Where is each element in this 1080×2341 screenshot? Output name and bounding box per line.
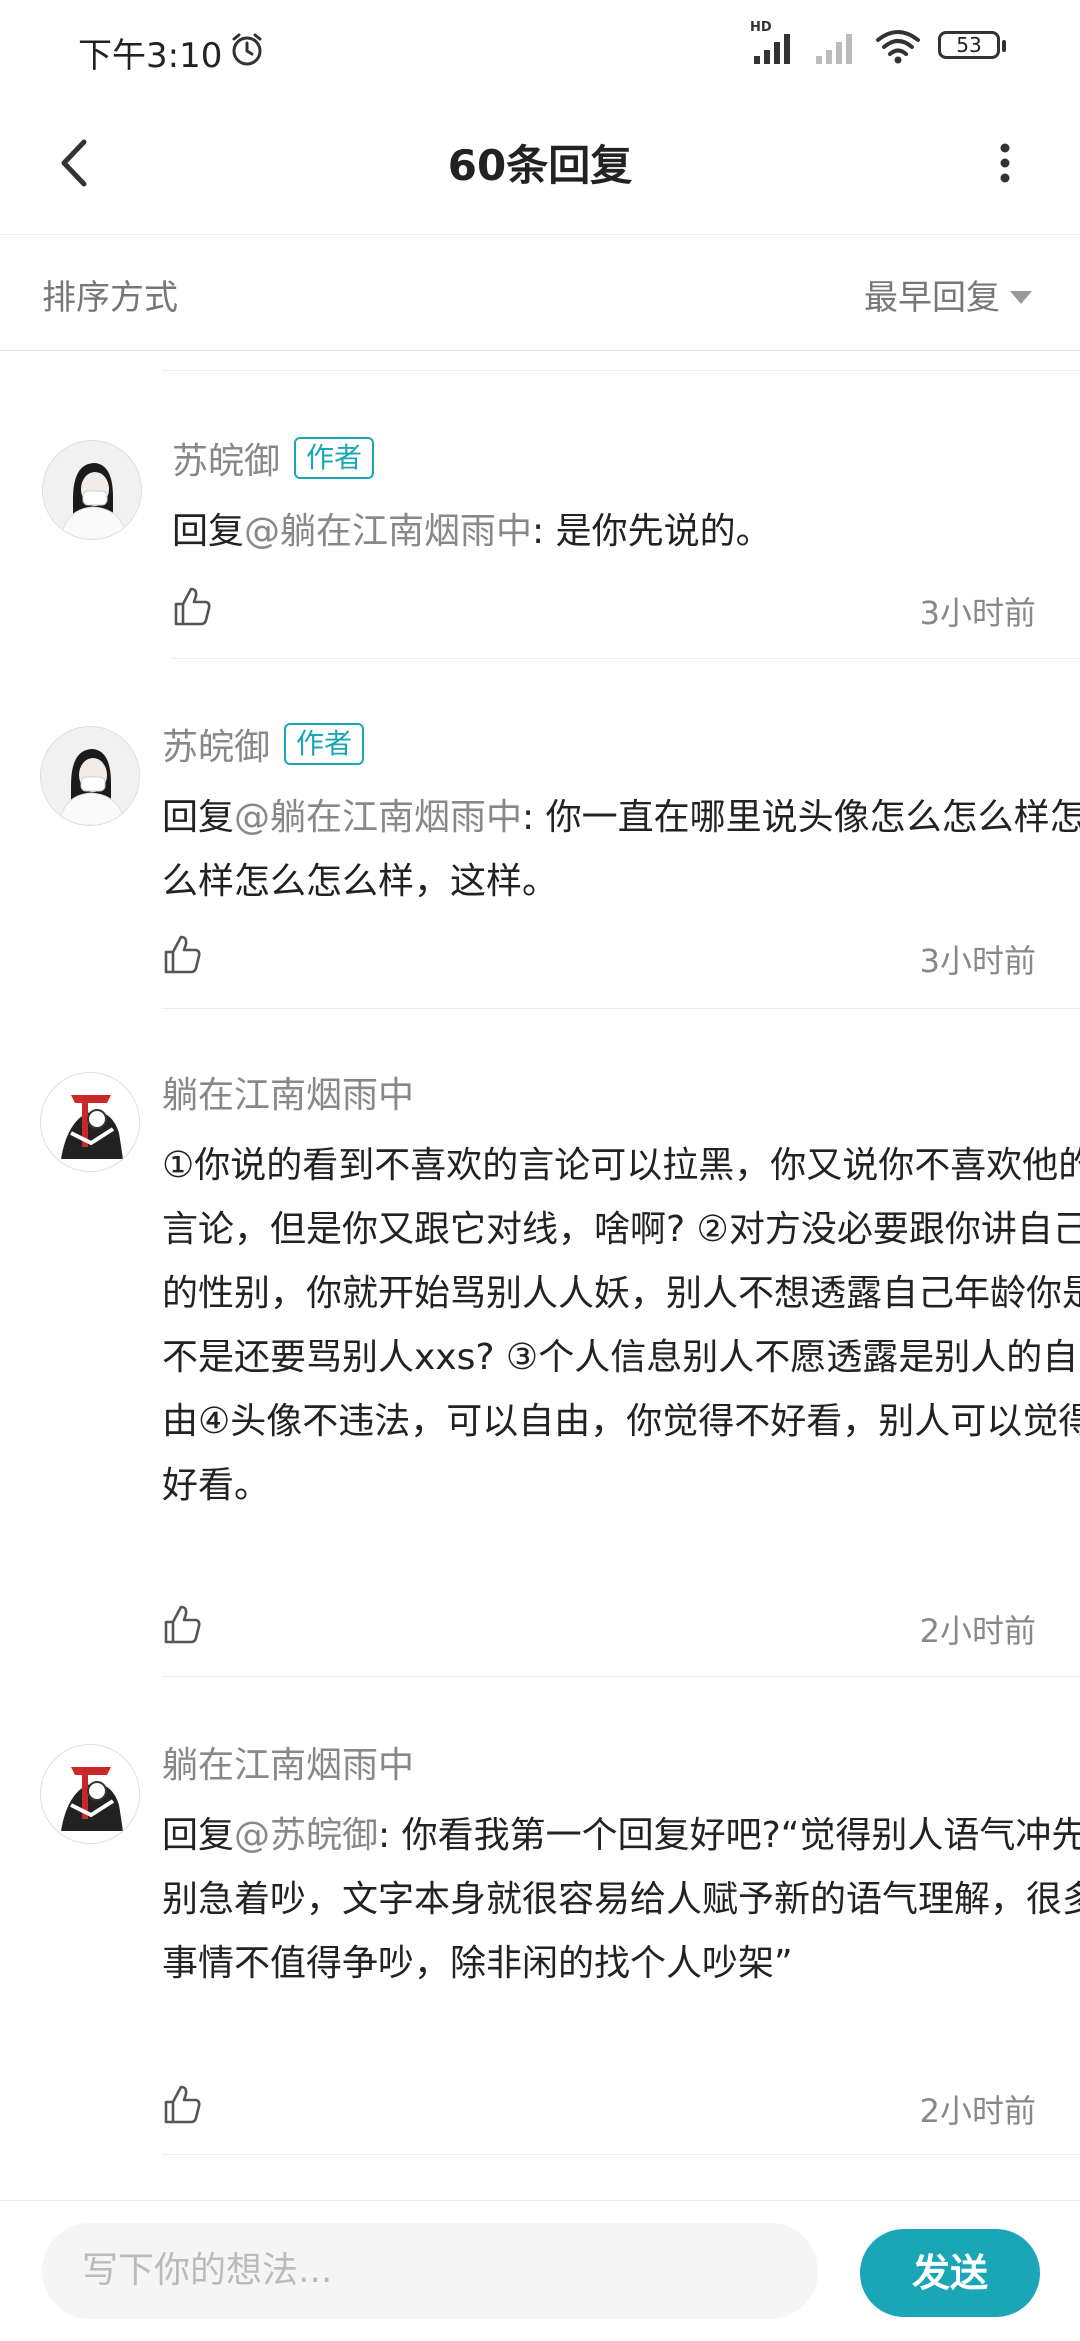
top-bar: 60条回复 bbox=[0, 98, 1080, 235]
dropdown-triangle-icon bbox=[1010, 291, 1032, 304]
mention-link[interactable]: @躺在江南烟雨中 bbox=[234, 797, 522, 838]
page-title: 60条回复 bbox=[447, 141, 633, 190]
divider bbox=[162, 1676, 1080, 1677]
comment-text: ①你说的看到不喜欢的言论可以拉黑，你又说你不喜欢他的言论，但是你又跟它对线，啥啊… bbox=[162, 1134, 1080, 1518]
avatar[interactable] bbox=[40, 1072, 140, 1172]
sort-label: 排序方式 bbox=[42, 278, 178, 318]
status-time: 下午3:10 bbox=[78, 36, 223, 76]
comment-time: 2小时前 bbox=[919, 2092, 1036, 2130]
alarm-icon bbox=[232, 33, 262, 66]
status-icons: HD 53 bbox=[750, 20, 1008, 66]
mention-link[interactable]: @苏皖御 bbox=[234, 1815, 378, 1856]
comment-author[interactable]: 苏皖御 作者 bbox=[162, 718, 365, 770]
author-name: 躺在江南烟雨中 bbox=[162, 1745, 415, 1786]
avatar[interactable] bbox=[40, 1744, 140, 1844]
mention-link[interactable]: @躺在江南烟雨中 bbox=[244, 511, 532, 552]
comment-item: 躺在江南烟雨中 回复@苏皖御: 你看我第一个回复好吧?“觉得别人语气冲先别急着吵… bbox=[0, 1724, 1080, 2164]
status-bar: 下午3:10 HD 53 bbox=[0, 0, 1080, 98]
like-icon[interactable] bbox=[160, 932, 204, 976]
wifi-icon bbox=[876, 30, 920, 64]
comment-author[interactable]: 躺在江南烟雨中 bbox=[162, 1736, 414, 1788]
sort-selector[interactable]: 最早回复 bbox=[864, 270, 1032, 319]
sort-bar: 排序方式 最早回复 bbox=[0, 234, 1080, 351]
battery-icon: 53 bbox=[938, 29, 1008, 63]
comment-item: 苏皖御 作者 回复@躺在江南烟雨中: 你一直在哪里说头像怎么怎么样怎么样怎么怎么… bbox=[0, 706, 1080, 1009]
comment-input[interactable]: 写下你的想法... bbox=[42, 2223, 818, 2319]
divider bbox=[172, 658, 1080, 659]
reply-prefix: 回复 bbox=[162, 1815, 235, 1856]
author-badge: 作者 bbox=[284, 723, 365, 765]
avatar[interactable] bbox=[40, 726, 140, 826]
like-icon[interactable] bbox=[160, 1602, 204, 1646]
reply-prefix: 回复 bbox=[172, 511, 245, 552]
divider bbox=[162, 370, 1080, 371]
author-name: 苏皖御 bbox=[172, 441, 281, 482]
comment-time: 3小时前 bbox=[919, 594, 1036, 632]
comment-body: ①你说的看到不喜欢的言论可以拉黑，你又说你不喜欢他的言论，但是你又跟它对线，啥啊… bbox=[162, 1145, 1080, 1506]
comment-text: 回复@躺在江南烟雨中: 你一直在哪里说头像怎么怎么样怎么样怎么怎么样，这样。 bbox=[162, 786, 1080, 914]
reply-prefix: 回复 bbox=[162, 797, 235, 838]
like-icon[interactable] bbox=[160, 2082, 204, 2126]
avatar[interactable] bbox=[42, 440, 142, 540]
like-icon[interactable] bbox=[170, 584, 214, 628]
author-badge: 作者 bbox=[294, 437, 375, 479]
comment-author[interactable]: 躺在江南烟雨中 bbox=[162, 1066, 414, 1118]
comment-body: : 是你先说的。 bbox=[532, 511, 772, 552]
comment-text: 回复@苏皖御: 你看我第一个回复好吧?“觉得别人语气冲先别急着吵，文字本身就很容… bbox=[162, 1804, 1080, 1996]
battery-level: 53 bbox=[956, 33, 982, 57]
comment-item: 躺在江南烟雨中 ①你说的看到不喜欢的言论可以拉黑，你又说你不喜欢他的言论，但是你… bbox=[0, 1054, 1080, 1677]
comment-time: 3小时前 bbox=[919, 942, 1036, 980]
author-name: 苏皖御 bbox=[162, 727, 271, 768]
signal-empty-icon bbox=[816, 34, 852, 64]
comment-item: 苏皖御 作者 回复@躺在江南烟雨中: 是你先说的。 3小时前 bbox=[0, 420, 1080, 660]
comment-author[interactable]: 苏皖御 作者 bbox=[172, 432, 375, 484]
author-name: 躺在江南烟雨中 bbox=[162, 1075, 415, 1116]
divider bbox=[162, 2154, 1080, 2155]
send-button[interactable]: 发送 bbox=[860, 2229, 1040, 2317]
sort-value: 最早回复 bbox=[864, 278, 1000, 318]
composer-bar: 写下你的想法... 发送 bbox=[0, 2200, 1080, 2341]
divider bbox=[162, 1008, 1080, 1009]
comment-text: 回复@躺在江南烟雨中: 是你先说的。 bbox=[172, 500, 1080, 564]
comment-time: 2小时前 bbox=[919, 1612, 1036, 1650]
signal-icon: HD bbox=[750, 20, 796, 66]
more-icon[interactable] bbox=[970, 128, 1040, 198]
